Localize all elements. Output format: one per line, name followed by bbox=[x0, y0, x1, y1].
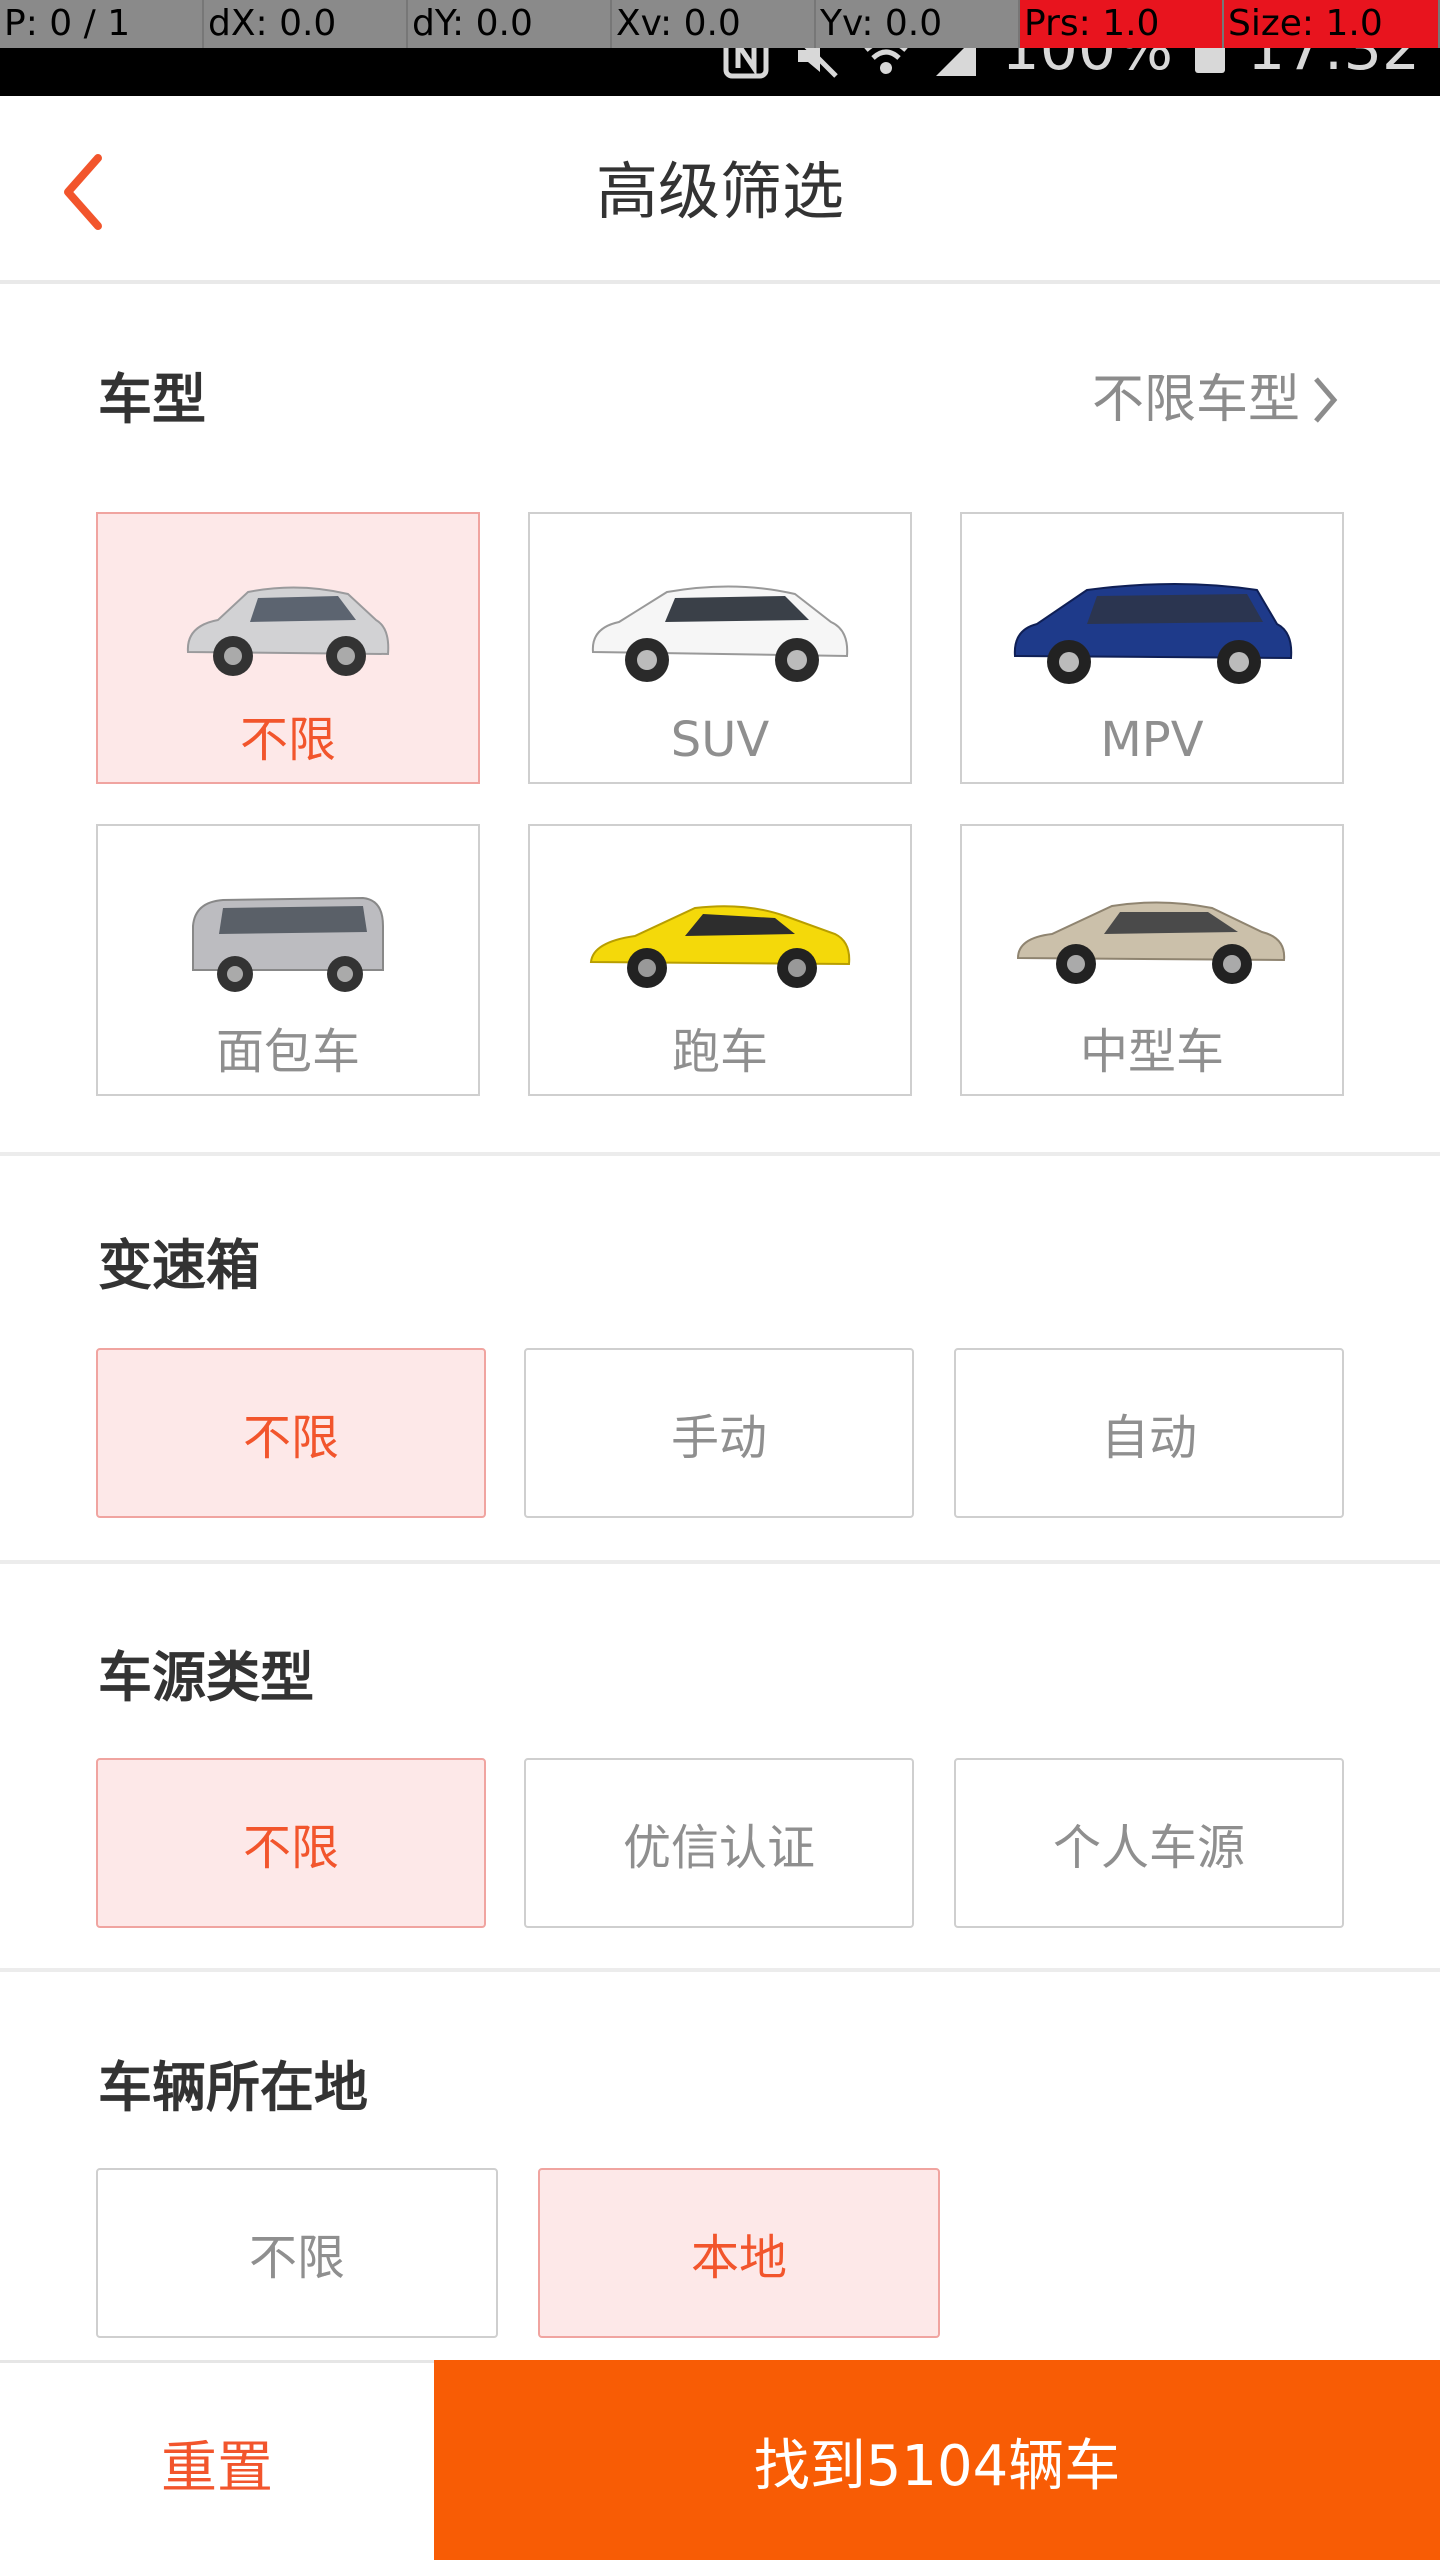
source-option-any[interactable]: 不限 bbox=[96, 1758, 486, 1928]
car-type-label: 面包车 bbox=[215, 1024, 360, 1080]
car-type-label: 跑车 bbox=[671, 1024, 768, 1080]
debug-xv: Xv: 0.0 bbox=[612, 0, 816, 48]
gearbox-section: 变速箱 不限 手动 自动 bbox=[0, 1156, 1440, 1560]
chevron-right-icon bbox=[1314, 377, 1338, 423]
car-type-option-sports[interactable]: 跑车 bbox=[528, 824, 912, 1096]
debug-overlay: P: 0 / 1 dX: 0.0 dY: 0.0 Xv: 0.0 Yv: 0.0… bbox=[0, 0, 1440, 48]
car-type-title: 车型 bbox=[98, 368, 206, 431]
car-type-option-any[interactable]: 不限 bbox=[96, 512, 480, 784]
car-type-option-mpv[interactable]: MPV bbox=[960, 512, 1344, 784]
gearbox-option-auto[interactable]: 自动 bbox=[954, 1348, 1344, 1518]
location-option-any[interactable]: 不限 bbox=[96, 2168, 498, 2338]
car-type-label: SUV bbox=[670, 712, 770, 768]
van-car-icon bbox=[192, 896, 384, 992]
debug-dx: dX: 0.0 bbox=[204, 0, 408, 48]
header: 高级筛选 bbox=[0, 96, 1440, 284]
gearbox-option-any[interactable]: 不限 bbox=[96, 1348, 486, 1518]
mpv-car-icon bbox=[1013, 583, 1293, 684]
source-title: 车源类型 bbox=[98, 1646, 314, 1709]
car-type-all-link[interactable]: 不限车型 bbox=[1092, 368, 1340, 432]
debug-pointer: P: 0 / 1 bbox=[0, 0, 204, 48]
find-cars-button[interactable]: 找到5104辆车 bbox=[434, 2360, 1440, 2560]
location-title: 车辆所在地 bbox=[98, 2056, 368, 2119]
car-type-label: 中型车 bbox=[1079, 1024, 1224, 1080]
reset-button[interactable]: 重置 bbox=[0, 2363, 434, 2560]
car-type-option-van[interactable]: 面包车 bbox=[96, 824, 480, 1096]
car-type-section: 车型 不限车型 不限 SUV MPV 面包车 跑车 中型车 bbox=[0, 288, 1440, 1150]
sports-car-icon bbox=[589, 905, 851, 988]
car-type-label: 不限 bbox=[239, 712, 336, 768]
debug-size: Size: 1.0 bbox=[1224, 0, 1440, 48]
hatchback-car-icon bbox=[186, 586, 390, 676]
source-option-personal[interactable]: 个人车源 bbox=[954, 1758, 1344, 1928]
car-type-label: MPV bbox=[1100, 712, 1204, 768]
car-type-link-label: 不限车型 bbox=[1091, 370, 1300, 430]
gearbox-option-manual[interactable]: 手动 bbox=[524, 1348, 914, 1518]
source-option-certified[interactable]: 优信认证 bbox=[524, 1758, 914, 1928]
location-section: 车辆所在地 不限 本地 bbox=[0, 1972, 1440, 2360]
debug-yv: Yv: 0.0 bbox=[816, 0, 1020, 48]
suv-car-icon bbox=[591, 585, 849, 682]
gearbox-title: 变速箱 bbox=[98, 1234, 260, 1297]
car-type-option-sedan[interactable]: 中型车 bbox=[960, 824, 1344, 1096]
debug-dy: dY: 0.0 bbox=[408, 0, 612, 48]
bottom-action-bar: 重置 找到5104辆车 bbox=[0, 2360, 1440, 2560]
debug-pressure: Prs: 1.0 bbox=[1020, 0, 1224, 48]
sedan-car-icon bbox=[1016, 901, 1286, 984]
car-type-option-suv[interactable]: SUV bbox=[528, 512, 912, 784]
source-section: 车源类型 不限 优信认证 个人车源 bbox=[0, 1564, 1440, 1968]
location-option-local[interactable]: 本地 bbox=[538, 2168, 940, 2338]
page-title: 高级筛选 bbox=[595, 155, 844, 228]
